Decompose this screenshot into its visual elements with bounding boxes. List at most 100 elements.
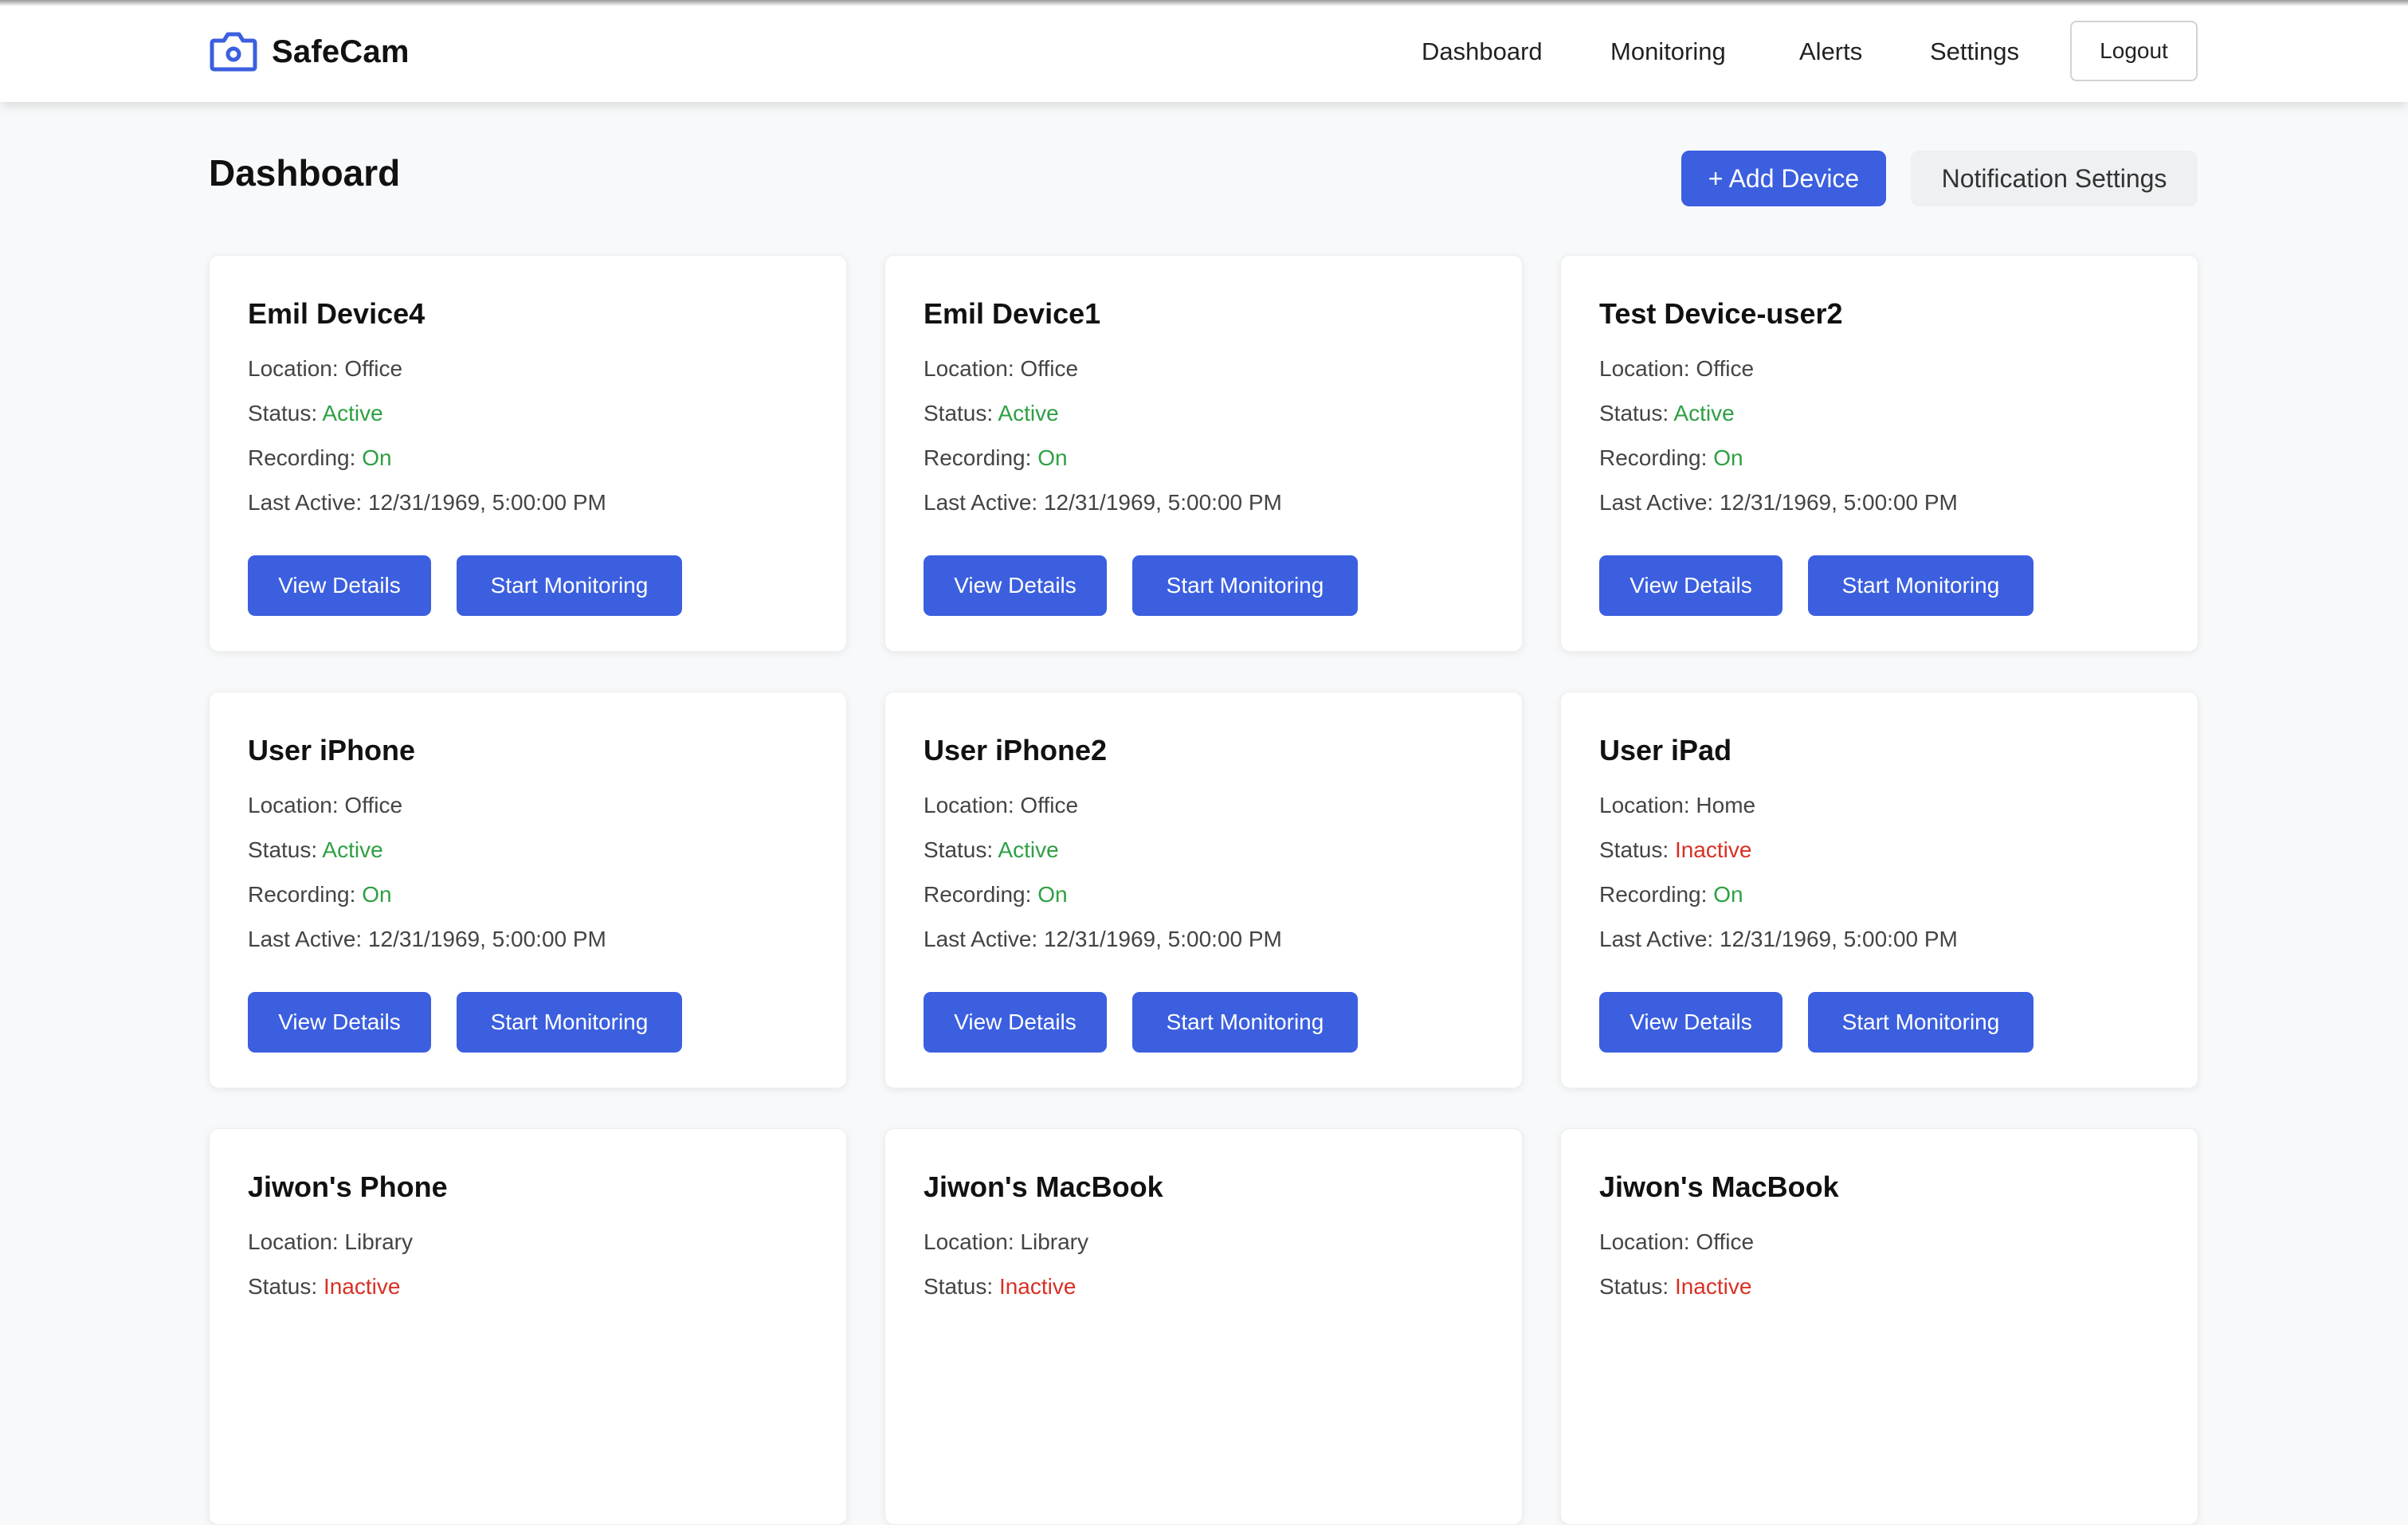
device-card: Jiwon's Phone Location: Library Status: In… — [209, 1128, 847, 1525]
location-value: Office — [1020, 356, 1079, 381]
recording-label: Recording: — [924, 445, 1038, 470]
location-label: Location: — [1599, 356, 1696, 381]
location-value: Office — [344, 793, 403, 817]
start-monitoring-button[interactable]: Start Monitoring — [457, 992, 682, 1053]
status-value: Inactive — [998, 1274, 1077, 1299]
device-name: Jiwon's Phone — [248, 1170, 448, 1203]
nav-monitoring[interactable]: Monitoring — [1610, 32, 1726, 72]
device-card: Emil Device4 Location: Office Status: Acti… — [209, 255, 847, 652]
location-value: Office — [344, 356, 403, 381]
status-label: Status: — [1599, 1274, 1675, 1299]
last-active-value: 12/31/1969, 5:00:00 PM — [1719, 927, 1958, 951]
last-active-label: Last Active: — [924, 927, 1044, 951]
recording-row: Recording: On — [924, 882, 1068, 908]
view-details-button[interactable]: View Details — [924, 555, 1107, 616]
location-value: Office — [1696, 356, 1755, 381]
device-card: Test Device-user2 Location: Office Status:… — [1560, 255, 2198, 652]
recording-label: Recording: — [248, 882, 363, 907]
location-label: Location: — [248, 793, 345, 817]
status-value: Active — [998, 837, 1059, 862]
recording-label: Recording: — [248, 445, 363, 470]
start-monitoring-button[interactable]: Start Monitoring — [1808, 992, 2033, 1053]
start-monitoring-button[interactable]: Start Monitoring — [457, 555, 682, 616]
status-row: Status: Inactive — [1599, 837, 1751, 863]
page-title: Dashboard — [209, 152, 401, 194]
start-monitoring-button[interactable]: Start Monitoring — [1132, 555, 1358, 616]
status-row: Status: Active — [924, 401, 1059, 426]
location-row: Location: Office — [1599, 1229, 1754, 1255]
last-active-label: Last Active: — [248, 927, 368, 951]
last-active-label: Last Active: — [1599, 927, 1720, 951]
status-value: Active — [998, 401, 1059, 425]
location-label: Location: — [1599, 793, 1696, 817]
brand[interactable]: SafeCam — [210, 30, 410, 73]
last-active-row: Last Active: 12/31/1969, 5:00:00 PM — [924, 490, 1282, 516]
status-label: Status: — [1599, 401, 1674, 425]
device-card: Jiwon's MacBook Location: Library Status: … — [884, 1128, 1523, 1525]
location-label: Location: — [248, 356, 345, 381]
location-value: Office — [1020, 793, 1079, 817]
location-row: Location: Office — [248, 793, 402, 818]
last-active-label: Last Active: — [248, 490, 368, 515]
recording-row: Recording: On — [1599, 445, 1743, 471]
status-label: Status: — [924, 1274, 999, 1299]
location-label: Location: — [924, 793, 1021, 817]
notification-settings-button[interactable]: Notification Settings — [1911, 151, 2198, 206]
status-value: Active — [322, 401, 383, 425]
location-label: Location: — [1599, 1229, 1696, 1254]
status-value: Inactive — [323, 1274, 401, 1299]
view-details-button[interactable]: View Details — [924, 992, 1107, 1053]
status-value: Inactive — [1674, 837, 1752, 862]
location-value: Office — [1696, 1229, 1755, 1254]
view-details-button[interactable]: View Details — [248, 992, 431, 1053]
nav-alerts[interactable]: Alerts — [1799, 32, 1862, 72]
last-active-value: 12/31/1969, 5:00:00 PM — [1043, 927, 1282, 951]
last-active-row: Last Active: 12/31/1969, 5:00:00 PM — [1599, 927, 1958, 952]
recording-value: On — [1037, 445, 1068, 470]
location-row: Location: Office — [924, 793, 1078, 818]
status-label: Status: — [248, 837, 323, 862]
start-monitoring-button[interactable]: Start Monitoring — [1808, 555, 2033, 616]
device-name: Test Device-user2 — [1599, 297, 1843, 330]
nav-dashboard[interactable]: Dashboard — [1422, 32, 1543, 72]
top-navbar: SafeCam Dashboard Monitoring Alerts Sett… — [0, 0, 2408, 102]
last-active-row: Last Active: 12/31/1969, 5:00:00 PM — [248, 927, 606, 952]
device-name: User iPhone2 — [924, 734, 1108, 766]
last-active-row: Last Active: 12/31/1969, 5:00:00 PM — [248, 490, 606, 516]
device-name: Emil Device1 — [924, 297, 1101, 330]
last-active-row: Last Active: 12/31/1969, 5:00:00 PM — [924, 927, 1282, 952]
status-row: Status: Active — [1599, 401, 1735, 426]
location-row: Location: Office — [924, 356, 1078, 382]
status-label: Status: — [248, 1274, 324, 1299]
recording-value: On — [362, 445, 392, 470]
view-details-button[interactable]: View Details — [1599, 555, 1782, 616]
status-label: Status: — [1599, 837, 1675, 862]
device-card: User iPhone Location: Office Status: Activ… — [209, 692, 847, 1088]
last-active-value: 12/31/1969, 5:00:00 PM — [367, 490, 606, 515]
add-device-button[interactable]: + Add Device — [1681, 151, 1886, 206]
status-value: Active — [322, 837, 383, 862]
status-row: Status: Inactive — [248, 1274, 400, 1300]
device-name: Jiwon's MacBook — [1599, 1170, 1839, 1203]
view-details-button[interactable]: View Details — [248, 555, 431, 616]
nav-settings[interactable]: Settings — [1930, 32, 2019, 72]
logout-button[interactable]: Logout — [2070, 21, 2198, 81]
status-row: Status: Inactive — [924, 1274, 1076, 1300]
start-monitoring-button[interactable]: Start Monitoring — [1132, 992, 1358, 1053]
last-active-label: Last Active: — [924, 490, 1044, 515]
last-active-label: Last Active: — [1599, 490, 1720, 515]
recording-value: On — [1713, 445, 1743, 470]
device-card: User iPad Location: Home Status: Inactive R… — [1560, 692, 2198, 1088]
view-details-button[interactable]: View Details — [1599, 992, 1782, 1053]
recording-row: Recording: On — [248, 882, 392, 908]
recording-value: On — [362, 882, 392, 907]
status-row: Status: Active — [924, 837, 1059, 863]
device-name: User iPhone — [248, 734, 416, 766]
brand-name: SafeCam — [272, 33, 410, 69]
device-name: Emil Device4 — [248, 297, 426, 330]
location-row: Location: Office — [1599, 356, 1754, 382]
window-top-shadow — [0, 0, 2408, 6]
last-active-value: 12/31/1969, 5:00:00 PM — [367, 927, 606, 951]
device-card: User iPhone2 Location: Office Status: Acti… — [884, 692, 1523, 1088]
recording-value: On — [1037, 882, 1068, 907]
